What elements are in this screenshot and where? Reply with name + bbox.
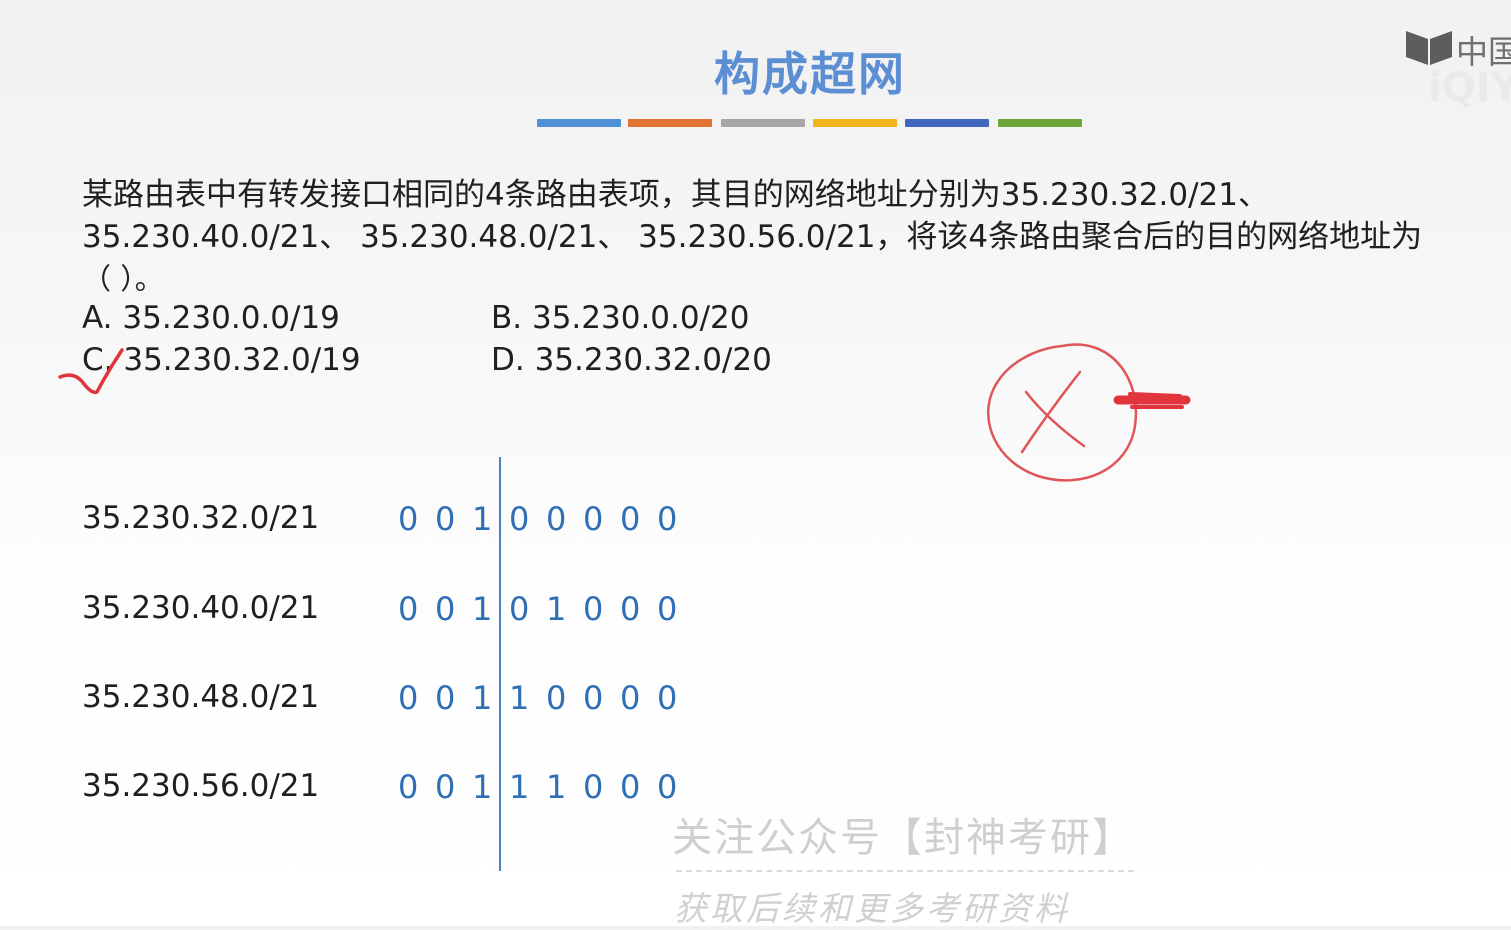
checkmark-icon [58, 348, 124, 395]
cross-mark-icon [1020, 370, 1082, 454]
cross-mark-icon [1024, 390, 1086, 448]
red-annotations [58, 343, 1191, 482]
circle-mark-icon [986, 343, 1138, 482]
